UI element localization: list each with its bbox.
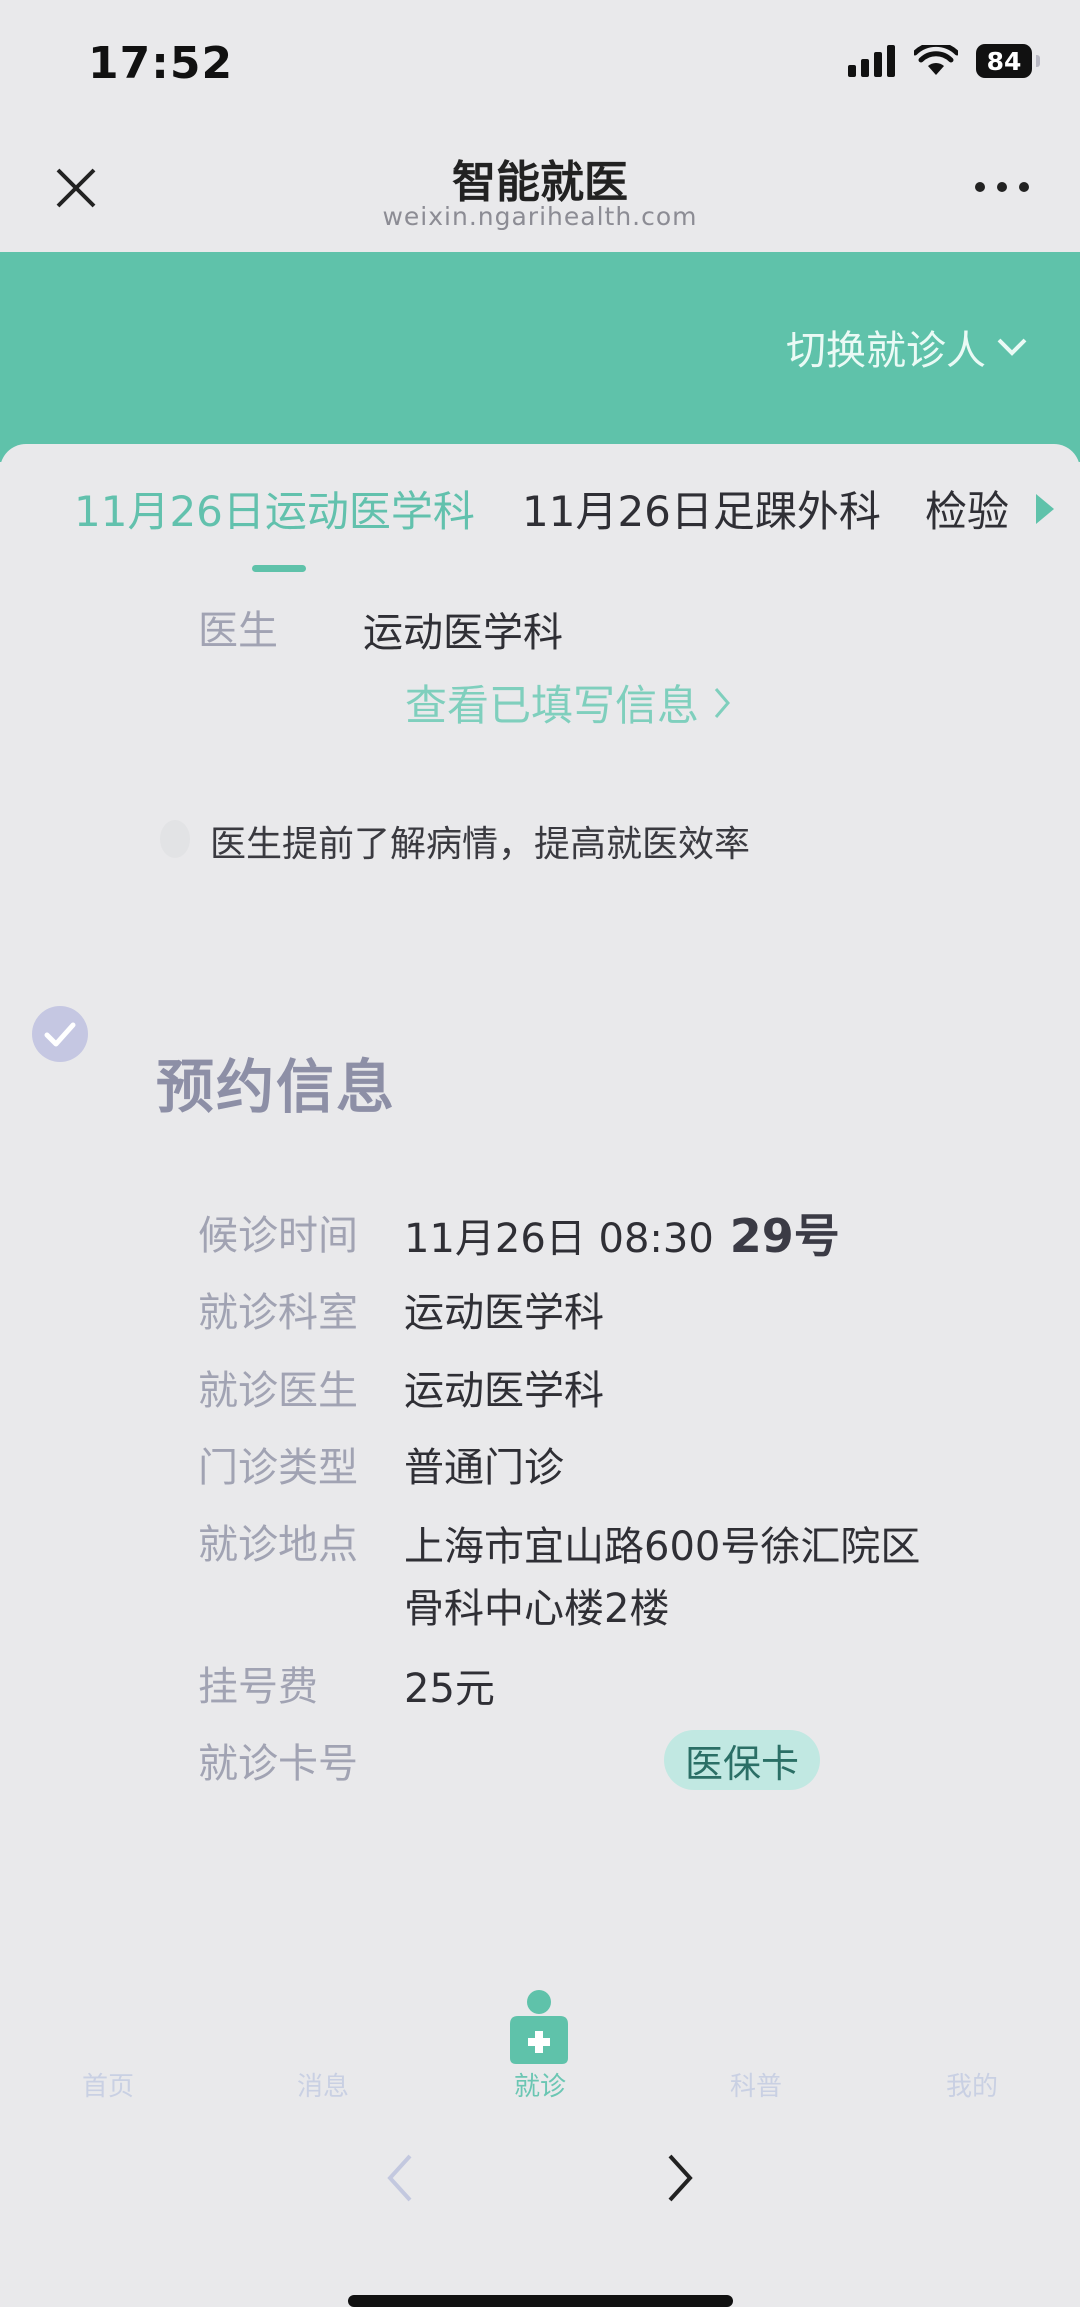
tip-dot-icon (160, 820, 190, 858)
wait-time-value: 11月26日 08:30 (404, 1216, 714, 1262)
view-filled-info-label: 查看已填写信息 (405, 681, 700, 730)
queue-number: 29号 (729, 1209, 840, 1263)
section-title-appointment: 预约信息 (156, 1053, 397, 1121)
more-dots-icon (975, 182, 1029, 192)
tab-visit-sports-medicine[interactable]: 11月26日运动医学科 (74, 478, 475, 539)
tab-lab-test[interactable]: 检验 (925, 478, 1011, 539)
doctor-value: 运动医学科 (363, 610, 563, 656)
fee-label: 挂号费 (198, 1664, 318, 1710)
chevron-left-icon (387, 2154, 412, 2202)
card-number-label: 就诊卡号 (198, 1741, 358, 1787)
more-button[interactable] (972, 172, 1032, 202)
page-title: 智能就医 (452, 157, 628, 208)
department-value: 运动医学科 (404, 1290, 604, 1336)
status-time: 17:52 (88, 38, 234, 89)
active-tab-indicator (252, 565, 306, 572)
tip-text: 医生提前了解病情，提高就医效率 (210, 824, 751, 865)
bottom-tab-mine[interactable]: 我的 (902, 2066, 1042, 2103)
wifi-icon (914, 45, 958, 75)
battery-icon: 84 (976, 44, 1040, 78)
switch-patient-button[interactable]: 切换就诊人 (786, 318, 1028, 376)
doctor-label: 医生 (198, 608, 278, 654)
chevron-down-icon (997, 338, 1027, 356)
department-label: 就诊科室 (198, 1290, 358, 1336)
visit-doctor-label: 就诊医生 (198, 1368, 358, 1414)
cellular-signal-icon (848, 45, 895, 77)
bottom-tab-messages[interactable]: 消息 (253, 2066, 393, 2103)
tab-visit-foot-ankle[interactable]: 11月26日足踝外科 (522, 478, 881, 539)
location-value-line1: 上海市宜山路600号徐汇院区 (404, 1524, 921, 1570)
clinic-type-label: 门诊类型 (198, 1445, 358, 1491)
bottom-tab-home[interactable]: 首页 (38, 2066, 178, 2103)
chevron-right-icon (668, 2154, 693, 2202)
bottom-tab-science[interactable]: 科普 (686, 2066, 826, 2103)
browser-forward-button[interactable] (660, 2150, 700, 2206)
view-filled-info-link[interactable]: 查看已填写信息 (405, 672, 731, 733)
page-url: weixin.ngarihealth.com (382, 202, 698, 231)
tab-scroll-right-icon[interactable] (1036, 494, 1054, 524)
visit-nav-icon (506, 1988, 572, 2064)
browser-back-button[interactable] (380, 2150, 420, 2206)
home-indicator (348, 2295, 733, 2307)
check-icon (32, 1006, 88, 1062)
wait-time-label: 候诊时间 (198, 1213, 358, 1259)
visit-doctor-value: 运动医学科 (404, 1368, 604, 1414)
location-label: 就诊地点 (198, 1522, 358, 1568)
clinic-type-value: 普通门诊 (404, 1445, 564, 1491)
insurance-card-badge: 医保卡 (664, 1730, 820, 1790)
location-value-line2: 骨科中心楼2楼 (404, 1586, 670, 1632)
status-icons: 84 (848, 44, 1040, 78)
fee-value: 25元 (404, 1666, 495, 1712)
bottom-tab-visit[interactable]: 就诊 (470, 2066, 610, 2103)
visit-tabs: 11月26日运动医学科 11月26日足踝外科 检验 (0, 478, 1080, 544)
switch-patient-label: 切换就诊人 (786, 328, 986, 374)
chevron-right-icon (714, 687, 730, 718)
wait-time-row: 11月26日 08:30 29号 (404, 1200, 840, 1266)
